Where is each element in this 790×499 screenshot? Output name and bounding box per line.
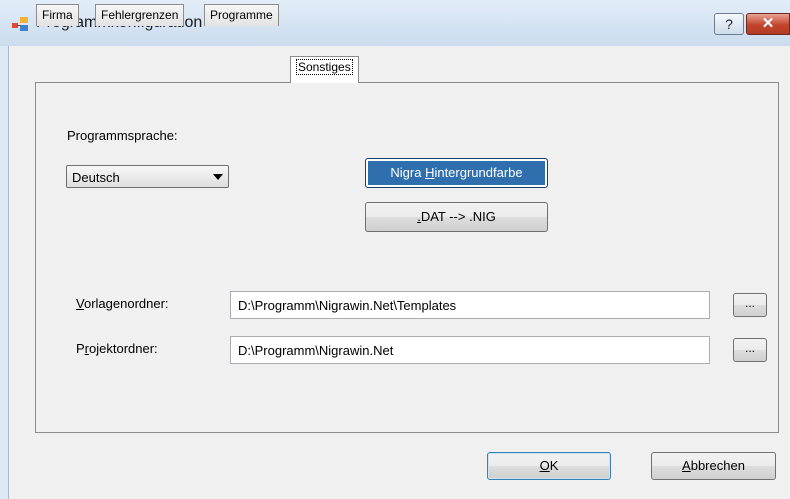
language-select[interactable]: Deutsch — [66, 165, 229, 188]
background-color-button-pre: Nigra — [390, 165, 426, 180]
tab-sonstiges[interactable]: Sonstiges — [290, 56, 359, 83]
chevron-down-icon — [213, 174, 223, 180]
project-folder-browse-button[interactable]: ... — [733, 338, 767, 362]
ok-button[interactable]: OK — [487, 452, 611, 480]
project-folder-label-post: ojektordner: — [89, 341, 158, 356]
language-label: Programmsprache: — [67, 128, 178, 143]
dat-to-nig-button-post: DAT --> .NIG — [420, 209, 496, 224]
ok-button-post: K — [549, 458, 559, 473]
tab-firma[interactable]: Firma — [36, 4, 79, 26]
project-folder-input[interactable]: D:\Programm\Nigrawin.Net — [230, 336, 710, 364]
help-button[interactable]: ? — [714, 13, 744, 35]
language-select-value: Deutsch — [72, 170, 120, 185]
project-folder-label-pre: P — [76, 341, 85, 356]
project-folder-label: Projektordner: — [76, 341, 158, 356]
background-color-button[interactable]: Nigra Hintergrundfarbe — [365, 158, 548, 188]
close-button[interactable]: ✕ — [746, 13, 790, 35]
app-icon — [12, 17, 28, 31]
cancel-button[interactable]: Abbrechen — [651, 452, 776, 480]
background-color-button-post: intergrundfarbe — [434, 165, 523, 180]
cancel-button-post: bbrechen — [690, 458, 745, 473]
template-folder-browse-button[interactable]: ... — [733, 293, 767, 317]
cancel-button-mnemonic: A — [682, 458, 691, 473]
tab-programme[interactable]: Programme — [204, 4, 279, 26]
template-folder-input[interactable]: D:\Programm\Nigrawin.Net\Templates — [230, 291, 710, 319]
dialog-window: Programmkonfiguration ? ✕ Firma Fehlergr… — [0, 0, 790, 499]
template-folder-label: Vorlagenordner: — [76, 296, 169, 311]
template-folder-label-post: orlagenordner: — [83, 296, 169, 311]
tab-fehlergrenzen[interactable]: Fehlergrenzen — [95, 4, 185, 26]
tab-sonstiges-label: Sonstiges — [296, 59, 353, 75]
dat-to-nig-button[interactable]: .DAT --> .NIG — [365, 202, 548, 232]
ok-button-mnemonic: O — [539, 458, 550, 473]
template-folder-label-mnemonic: V — [76, 296, 84, 311]
